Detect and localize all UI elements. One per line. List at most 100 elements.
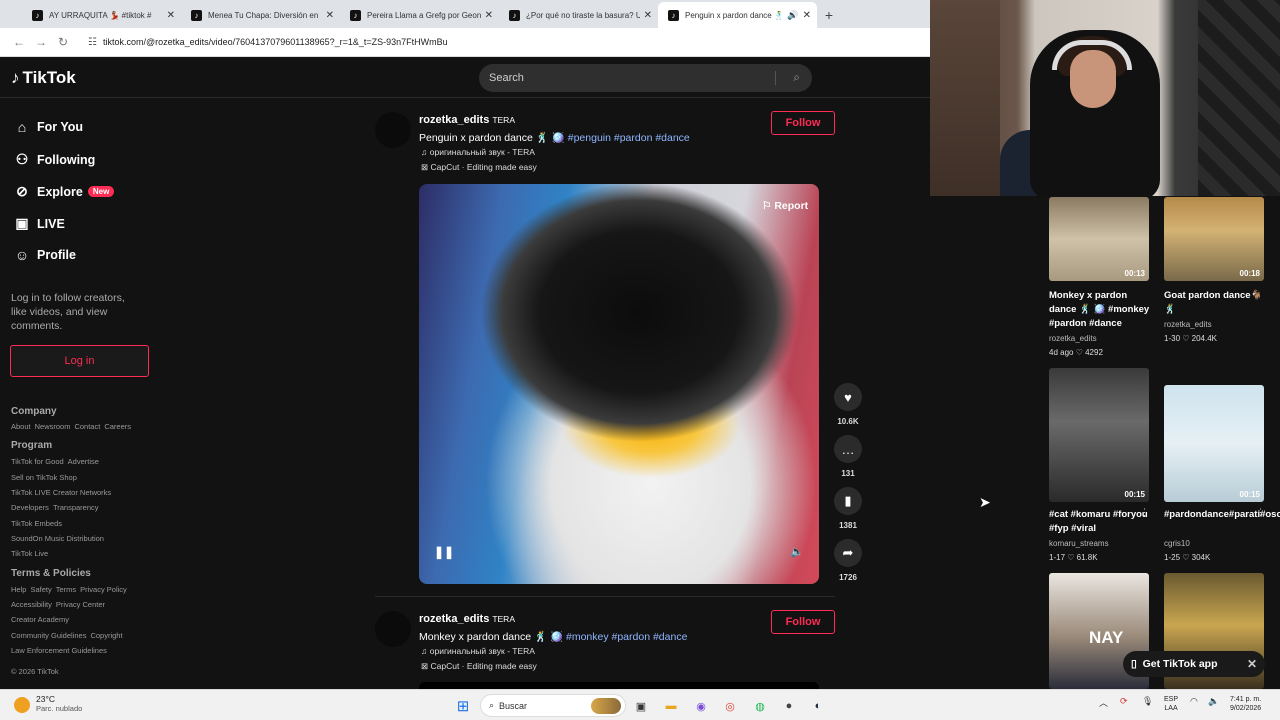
avatar[interactable]: [375, 611, 411, 647]
sidebar-item-following[interactable]: ⚇ Following: [14, 151, 96, 168]
browser-tab-1[interactable]: ♪ AY URRAQUITA 💃🏽 #tiktok # ✕: [22, 2, 181, 28]
footer-link[interactable]: TikTok for Good: [11, 457, 64, 466]
video-user[interactable]: cgris10: [1164, 539, 1190, 548]
footer-link[interactable]: Creator Academy: [11, 615, 69, 624]
tray-app-icon[interactable]: ⟳: [1120, 696, 1128, 707]
footer-link[interactable]: Sell on TikTok Shop: [11, 473, 77, 482]
footer-link[interactable]: Advertise: [68, 457, 99, 466]
tab-close-icon[interactable]: ✕: [326, 10, 334, 21]
music-link[interactable]: ♫ оригинальный звук - TERA: [421, 147, 535, 157]
tab-close-icon[interactable]: ✕: [803, 10, 811, 21]
more-options-icon[interactable]: ⋮: [1140, 507, 1149, 518]
username[interactable]: rozetka_edits: [419, 114, 489, 126]
discord-icon[interactable]: ◉: [692, 697, 710, 715]
footer-link[interactable]: SoundOn Music Distribution: [11, 534, 104, 543]
like-action[interactable]: ♥ 10.6K: [834, 383, 862, 426]
tiktok-logo[interactable]: ♪ TikTok: [11, 68, 76, 88]
reload-icon[interactable]: ↻: [52, 31, 74, 53]
steam-icon[interactable]: ◐: [809, 697, 827, 715]
clock[interactable]: 7:41 p. m. 9/02/2026: [1230, 695, 1261, 713]
address-bar[interactable]: ☷ tiktok.com/@rozetka_edits/video/760413…: [80, 31, 930, 53]
footer-link[interactable]: Transparency: [53, 503, 99, 512]
sidebar-item-profile[interactable]: ☺ Profile: [14, 247, 76, 263]
video-user[interactable]: komaru_streams: [1049, 539, 1109, 548]
weather-widget[interactable]: 23°C Parc. nublado: [14, 694, 82, 713]
tray-chevron-icon[interactable]: ︿: [1099, 696, 1108, 709]
report-button[interactable]: ⚐ Report: [762, 200, 808, 212]
video-title[interactable]: #pardondance#parati#osopolar: [1164, 508, 1280, 522]
close-icon[interactable]: ✕: [1247, 657, 1257, 671]
footer-link[interactable]: Terms: [56, 585, 76, 594]
caption-hashtags[interactable]: #penguin #pardon #dance: [568, 132, 690, 144]
tab-close-icon[interactable]: ✕: [485, 10, 493, 21]
share-action[interactable]: ➦ 1726: [834, 539, 862, 582]
footer-link[interactable]: Privacy Center: [56, 600, 105, 609]
search-icon[interactable]: ⌕: [793, 70, 800, 85]
video-title[interactable]: #cat #komaru #foryou #fyp #viral: [1049, 508, 1153, 536]
video-thumbnail[interactable]: 00:15: [1049, 368, 1149, 502]
footer-terms-title[interactable]: Terms & Policies: [11, 568, 91, 579]
browser-tab-4[interactable]: ♪ ¿Por qué no tiraste la basura? U ✕: [499, 2, 658, 28]
microphone-icon[interactable]: 🎙: [1142, 696, 1153, 707]
obs-icon[interactable]: ●: [780, 697, 798, 715]
footer-link[interactable]: Accessibility: [11, 600, 52, 609]
follow-button[interactable]: Follow: [771, 610, 835, 634]
new-tab-button[interactable]: +: [817, 2, 841, 28]
footer-link[interactable]: Contact: [74, 422, 100, 431]
volume-icon[interactable]: 🔈: [790, 545, 804, 558]
video-player[interactable]: [419, 184, 819, 584]
follow-button[interactable]: Follow: [771, 111, 835, 135]
music-link[interactable]: ♫ оригинальный звук - TERA: [421, 646, 535, 656]
tab-close-icon[interactable]: ✕: [167, 10, 175, 21]
footer-link[interactable]: Privacy Policy: [80, 585, 127, 594]
video-thumbnail[interactable]: 00:15: [1164, 385, 1264, 502]
forward-icon[interactable]: →: [30, 31, 52, 53]
browser-tab-5-active[interactable]: ♪ Penguin x pardon dance 🕺 🔊 ✕: [658, 2, 817, 28]
task-view-icon[interactable]: ▣: [632, 697, 650, 715]
footer-link[interactable]: Law Enforcement Guidelines: [11, 646, 107, 655]
footer-link[interactable]: Community Guidelines: [11, 631, 86, 640]
footer-company-title[interactable]: Company: [11, 406, 57, 417]
footer-link[interactable]: TikTok LIVE Creator Networks: [11, 488, 111, 497]
capcut-link[interactable]: ⊠ CapCut · Editing made easy: [421, 661, 537, 672]
language-indicator[interactable]: ESP LAA: [1164, 695, 1178, 713]
sidebar-item-live[interactable]: ▣ LIVE: [14, 215, 64, 232]
file-explorer-icon[interactable]: ▬: [662, 697, 680, 715]
footer-link[interactable]: Newsroom: [35, 422, 71, 431]
site-info-icon[interactable]: ☷: [88, 37, 97, 48]
footer-program-title[interactable]: Program: [11, 440, 52, 451]
volume-icon[interactable]: 🔈: [1208, 696, 1219, 707]
wifi-icon[interactable]: ◠: [1190, 696, 1198, 707]
username[interactable]: rozetka_edits: [419, 613, 489, 625]
chrome-icon[interactable]: ◎: [721, 697, 739, 715]
footer-link[interactable]: TikTok Embeds: [11, 519, 62, 528]
caption-hashtags[interactable]: #monkey #pardon #dance: [566, 631, 687, 643]
search-input[interactable]: Search ⌕: [479, 64, 812, 92]
browser-tab-2[interactable]: ♪ Menea Tu Chapa: Diversión en ✕: [181, 2, 340, 28]
footer-link[interactable]: Careers: [104, 422, 131, 431]
comment-icon[interactable]: …: [834, 435, 862, 463]
video-user[interactable]: rozetka_edits: [1164, 320, 1212, 329]
footer-link[interactable]: TikTok Live: [11, 549, 48, 558]
video-thumbnail[interactable]: 00:13: [1049, 197, 1149, 281]
footer-link[interactable]: Help: [11, 585, 26, 594]
login-button[interactable]: Log in: [10, 345, 149, 377]
taskbar-search[interactable]: ⌕ Buscar: [480, 694, 626, 717]
sidebar-item-for-you[interactable]: ⌂ For You: [14, 119, 83, 135]
share-icon[interactable]: ➦: [834, 539, 862, 567]
footer-link[interactable]: Copyright: [90, 631, 122, 640]
footer-link[interactable]: About: [11, 422, 31, 431]
post-author[interactable]: rozetka_edits TERA: [419, 613, 515, 625]
get-app-button[interactable]: ▯ Get TikTok app ✕: [1123, 651, 1265, 677]
comment-action[interactable]: … 131: [834, 435, 862, 478]
speaker-icon[interactable]: 🔊: [787, 10, 798, 21]
post-author[interactable]: rozetka_edits TERA: [419, 114, 515, 126]
bookmark-icon[interactable]: ▮: [834, 487, 862, 515]
heart-icon[interactable]: ♥: [834, 383, 862, 411]
windows-start-icon[interactable]: ⊞: [454, 697, 472, 715]
video-title[interactable]: Monkey x pardon dance 🕺 🪩 #monkey #pardo…: [1049, 289, 1153, 331]
video-thumbnail[interactable]: 00:18: [1164, 197, 1264, 281]
browser-tab-3[interactable]: ♪ Pereira Llama a Grefg por Geon ✕: [340, 2, 499, 28]
tab-close-icon[interactable]: ✕: [644, 10, 652, 21]
avatar[interactable]: [375, 112, 411, 148]
